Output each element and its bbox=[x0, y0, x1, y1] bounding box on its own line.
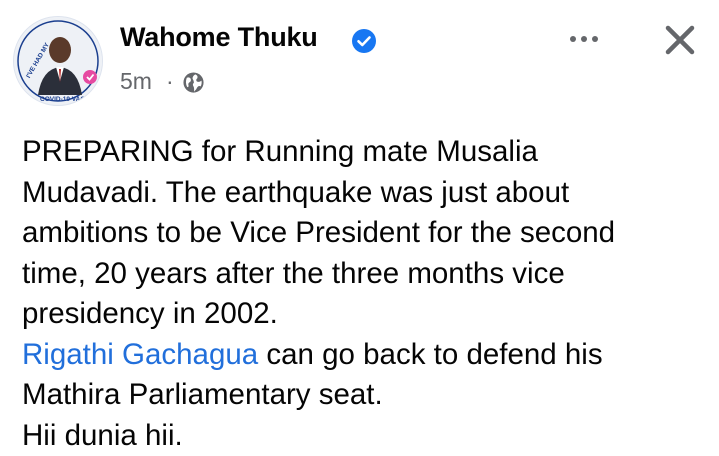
author-name[interactable]: Wahome Thuku bbox=[120, 22, 318, 53]
more-options-button[interactable] bbox=[562, 24, 606, 54]
post-text-line: PREPARING for Running mate Musalia bbox=[22, 135, 538, 168]
avatar-image: I'VE HAD MY COVID-19 VACCINE bbox=[14, 17, 102, 105]
globe-icon[interactable] bbox=[182, 71, 205, 94]
close-icon bbox=[665, 25, 695, 55]
post-timestamp[interactable]: 5m bbox=[120, 68, 152, 95]
post-text-line: Mudavadi. The earthquake was just about bbox=[22, 175, 570, 209]
more-options-icon bbox=[581, 36, 587, 42]
post-text-line: ambitions to be Vice President for the s… bbox=[22, 216, 616, 249]
author-avatar[interactable]: I'VE HAD MY COVID-19 VACCINE bbox=[13, 16, 103, 106]
verified-badge-icon bbox=[352, 29, 376, 53]
post-text-line: Mathira Parliamentary seat. bbox=[22, 378, 383, 411]
more-options-icon bbox=[592, 36, 598, 42]
more-options-icon bbox=[570, 36, 576, 42]
close-button[interactable] bbox=[660, 20, 700, 60]
post-body: PREPARING for Running mate Musalia Mudav… bbox=[22, 132, 712, 456]
post-text-fragment: can go back to defend his bbox=[258, 337, 603, 371]
post-text-line-mention: Rigathi Gachagua can go back to defend h… bbox=[22, 335, 712, 376]
post-text-line: time, 20 years after the three months vi… bbox=[22, 256, 565, 290]
post-text-line: Hii dunia hii. bbox=[22, 418, 183, 452]
meta-separator: · bbox=[166, 68, 174, 94]
svg-text:COVID-19 VACCINE: COVID-19 VACCINE bbox=[40, 96, 101, 103]
post-text-line: presidency in 2002. bbox=[22, 297, 278, 330]
mention-link[interactable]: Rigathi Gachagua bbox=[22, 338, 258, 371]
